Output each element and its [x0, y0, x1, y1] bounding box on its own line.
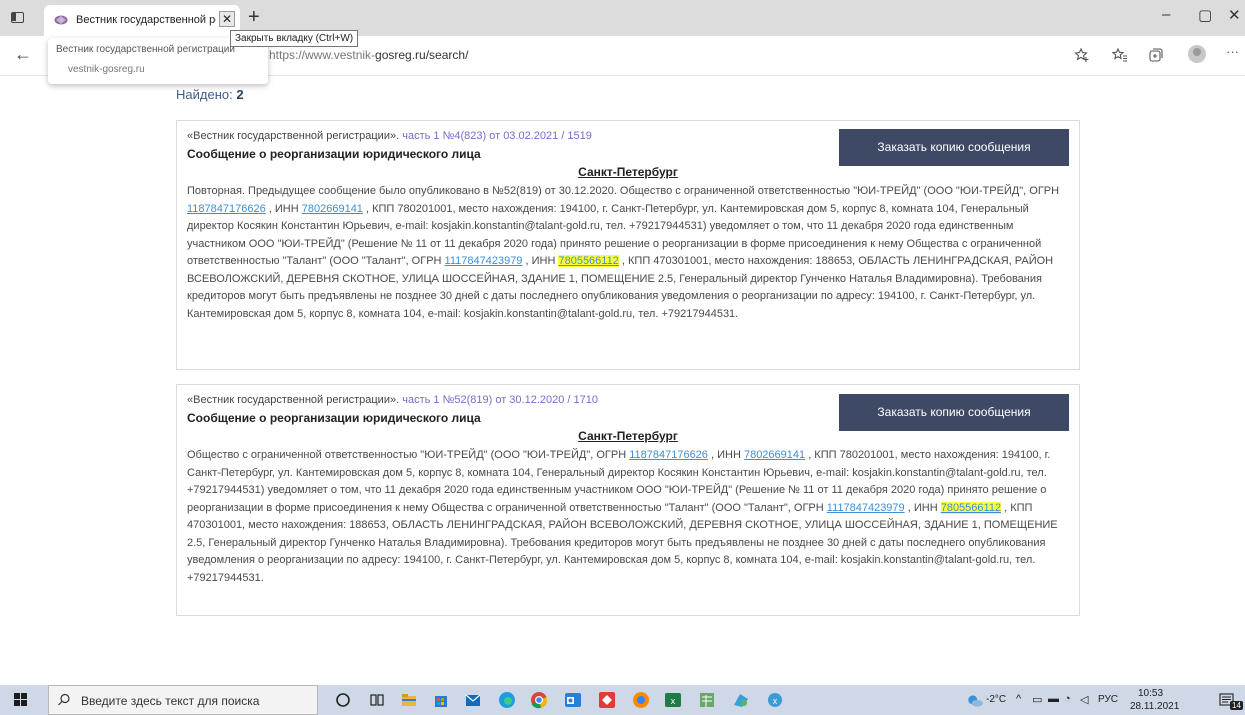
body-text: , ИНН — [904, 501, 941, 514]
mail-icon[interactable] — [464, 691, 482, 709]
body-text: , ИНН — [522, 255, 559, 267]
browser-tab[interactable]: Вестник государственной реги ✕ — [44, 5, 240, 36]
yandex-browser-icon[interactable] — [632, 691, 650, 709]
order-copy-button[interactable]: Заказать копию сообщения — [839, 394, 1069, 431]
ogrn-link[interactable]: 1117847423979 — [827, 502, 905, 514]
weather-icon[interactable] — [966, 692, 984, 710]
favorites-icon[interactable] — [1112, 47, 1128, 63]
body-text: Повторная. Предыдущее сообщение было опу… — [187, 185, 1060, 197]
tray-chevron-icon[interactable]: ^ — [1016, 693, 1021, 705]
body-text: , ИНН — [707, 449, 744, 461]
back-button[interactable]: ← — [14, 44, 32, 65]
search-icon — [58, 693, 70, 706]
close-tab-tooltip: Закрыть вкладку (Ctrl+W) — [230, 30, 359, 47]
wifi-icon[interactable]: ◔ — [1064, 693, 1071, 705]
card-heading: Сообщение о реорганизации юридического л… — [187, 147, 481, 161]
found-label: Найдено: — [176, 87, 233, 102]
file-explorer-icon[interactable] — [400, 691, 418, 709]
excel-icon[interactable]: x — [664, 691, 682, 709]
tab-close-button[interactable]: ✕ — [219, 11, 235, 27]
weather-temp[interactable]: -2°C — [986, 694, 1006, 705]
clock-time[interactable]: 10:53 — [1138, 688, 1163, 699]
address-url: gosreg.ru/search/ — [375, 48, 469, 62]
site-favicon-icon — [54, 15, 68, 25]
add-favorite-icon[interactable] — [1074, 47, 1090, 63]
tab-actions-icon[interactable] — [8, 9, 28, 27]
svg-text:x: x — [671, 696, 676, 706]
cortana-icon[interactable] — [334, 691, 352, 709]
clock-date[interactable]: 28.11.2021 — [1130, 701, 1179, 712]
tab-strip: Вестник государственной реги ✕ + – ▢ ✕ — [0, 0, 1245, 36]
svg-text:x: x — [773, 696, 778, 706]
search-placeholder: Введите здесь текст для поиска — [81, 694, 260, 708]
excel-alt-icon[interactable]: x — [766, 691, 784, 709]
card-body: Повторная. Предыдущее сообщение было опу… — [187, 183, 1069, 323]
task-view-icon[interactable] — [368, 691, 386, 709]
inn-link[interactable]: 7802669141 — [744, 449, 805, 461]
minimize-button[interactable]: – — [1162, 6, 1170, 23]
windows-start-icon[interactable] — [14, 693, 28, 707]
store-icon[interactable] — [432, 691, 450, 709]
edge-icon[interactable] — [498, 691, 516, 709]
language-indicator[interactable]: РУС — [1098, 694, 1118, 705]
card-body: Общество с ограниченной ответственностью… — [187, 447, 1069, 587]
address-url-prefix: https://www.vestnik- — [269, 48, 376, 62]
card-heading: Сообщение о реорганизации юридического л… — [187, 411, 481, 425]
card-meta: «Вестник государственной регистрации». ч… — [187, 394, 598, 406]
collections-icon[interactable] — [1148, 47, 1164, 63]
results-count: Найдено: 2 — [176, 87, 244, 102]
body-text: Общество с ограниченной ответственностью… — [187, 449, 630, 461]
profile-avatar[interactable] — [1188, 45, 1206, 63]
network-icon[interactable]: ▭ — [1032, 693, 1042, 706]
preview-title: Вестник государственной регистрации — [56, 44, 235, 55]
card-city[interactable]: Санкт-Петербург — [177, 165, 1079, 179]
found-count: 2 — [236, 87, 244, 102]
inn-link-highlighted[interactable]: 7805566112 — [940, 501, 1002, 514]
outlook-icon[interactable] — [564, 691, 582, 709]
card-meta: «Вестник государственной регистрации». ч… — [187, 130, 592, 142]
maximize-button[interactable]: ▢ — [1198, 6, 1212, 24]
windows-taskbar: Введите здесь текст для поиска x x -2°C … — [0, 685, 1245, 715]
new-tab-button[interactable]: + — [248, 6, 260, 29]
notification-count: 14 — [1230, 701, 1243, 710]
order-copy-button[interactable]: Заказать копию сообщения — [839, 129, 1069, 166]
taskbar-search[interactable]: Введите здесь текст для поиска — [48, 685, 318, 715]
inn-link[interactable]: 7802669141 — [302, 203, 363, 215]
meta-source: «Вестник государственной регистрации». — [187, 130, 400, 142]
meta-issue[interactable]: часть 1 №52(819) от 30.12.2020 / 1710 — [402, 394, 598, 406]
body-text: , ИНН — [265, 202, 302, 215]
card-city[interactable]: Санкт-Петербург — [177, 429, 1079, 443]
ogrn-link[interactable]: 1187847176626 — [629, 449, 708, 461]
result-card-2: «Вестник государственной регистрации». ч… — [176, 384, 1080, 616]
result-card-1: «Вестник государственной регистрации». ч… — [176, 120, 1080, 370]
meta-source: «Вестник государственной регистрации». — [187, 394, 400, 406]
close-window-button[interactable]: ✕ — [1228, 6, 1241, 24]
spreadsheet-app-icon[interactable] — [698, 691, 716, 709]
anydesk-icon[interactable] — [598, 691, 616, 709]
chrome-icon[interactable] — [530, 691, 548, 709]
meta-issue[interactable]: часть 1 №4(823) от 03.02.2021 / 1519 — [402, 130, 592, 142]
ogrn-link[interactable]: 1117847423979 — [445, 255, 523, 267]
more-options-icon[interactable]: ··· — [1226, 44, 1239, 59]
volume-icon[interactable]: ◁ — [1080, 693, 1088, 706]
preview-domain: vestnik-gosreg.ru — [68, 64, 145, 75]
tab-title: Вестник государственной реги — [76, 14, 216, 26]
ogrn-link[interactable]: 1187847176626 — [187, 203, 266, 215]
battery-icon[interactable]: ▬ — [1048, 693, 1059, 705]
inn-link-highlighted[interactable]: 7805566112 — [558, 255, 619, 267]
app-icon[interactable] — [732, 691, 750, 709]
